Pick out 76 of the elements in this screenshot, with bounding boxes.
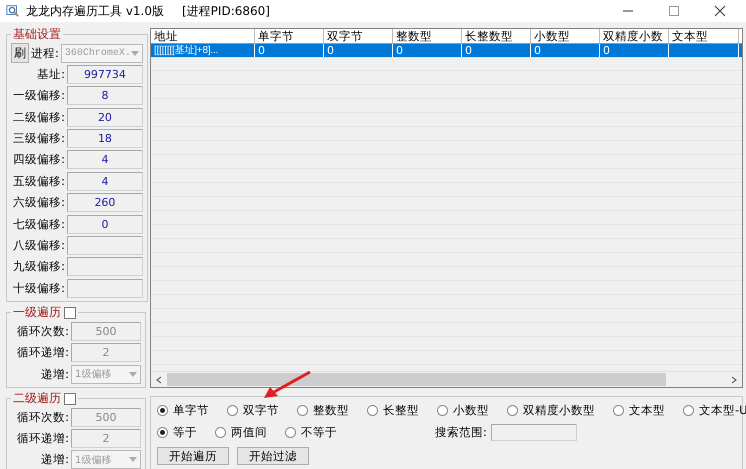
field-label: 八级偏移: xyxy=(12,238,65,254)
column-header[interactable]: 整数型 xyxy=(393,29,462,44)
search-range-field[interactable] xyxy=(490,424,577,441)
table-cell: 0 xyxy=(465,44,472,57)
radio-option[interactable]: 双精度小数型 xyxy=(507,403,595,418)
caret-icon xyxy=(129,457,137,462)
radio-option[interactable]: 小数型 xyxy=(437,403,489,418)
field-label: 基址: xyxy=(36,66,65,82)
magnifier-icon xyxy=(6,4,20,18)
offset-field[interactable]: 4 xyxy=(67,150,143,170)
offset-field[interactable] xyxy=(67,257,143,276)
field-label: 循环递增: xyxy=(16,345,69,360)
radio-option[interactable]: 不等于 xyxy=(285,425,337,440)
offset-field[interactable]: 20 xyxy=(67,108,143,127)
table-row[interactable]: [[[[[[[[基址]+8]... 0 0 0 0 0 0 xyxy=(151,44,742,58)
radio-option[interactable]: 两值间 xyxy=(215,425,267,440)
offset-field[interactable]: 0 xyxy=(67,214,143,234)
field-label: 递增: xyxy=(40,366,69,382)
radio-option[interactable]: 整数型 xyxy=(297,403,349,418)
group-title: 二级遍历 xyxy=(13,390,61,408)
offset-field[interactable]: 4 xyxy=(67,172,143,191)
table-cell: 0 xyxy=(258,44,265,57)
action-button[interactable]: 开始遍历 xyxy=(157,447,229,465)
field-label: 十级偏移: xyxy=(12,280,65,296)
table-cell: 0 xyxy=(396,44,403,57)
offset-field[interactable] xyxy=(67,236,143,256)
column-header[interactable]: 长整数型 xyxy=(462,29,531,44)
radio-option[interactable]: 单字节 xyxy=(157,403,209,418)
checkbox[interactable] xyxy=(64,392,76,405)
field-label: 循环递增: xyxy=(16,430,69,446)
offset-field[interactable] xyxy=(67,278,143,298)
search-range-label: 搜索范围: xyxy=(435,425,487,440)
window-title: 龙龙内存遍历工具 v1.0版 xyxy=(26,2,164,20)
radio-option[interactable]: 等于 xyxy=(157,425,197,440)
caret-icon xyxy=(129,372,137,377)
refresh-button[interactable]: 刷 xyxy=(11,43,29,63)
group-title: 一级遍历 xyxy=(13,304,61,322)
field-label: 六级偏移: xyxy=(12,195,65,210)
field-label: 递增: xyxy=(40,452,69,468)
column-header[interactable]: 双精度小数 xyxy=(600,29,669,44)
process-id: [进程PID:6860] xyxy=(182,2,270,20)
table-cell: 0 xyxy=(534,44,541,57)
radio-option[interactable]: 文本型 xyxy=(613,403,665,418)
table-cell: 0 xyxy=(327,44,334,57)
close-icon[interactable] xyxy=(714,5,726,17)
caret-icon xyxy=(130,50,139,56)
field-label: 四级偏移: xyxy=(12,152,65,168)
field-label: 三级偏移: xyxy=(12,131,65,146)
offset-field[interactable]: 997734 xyxy=(67,64,143,84)
column-header[interactable]: 双字节 xyxy=(324,29,393,44)
checkbox[interactable] xyxy=(64,306,76,319)
scrollbar-thumb[interactable] xyxy=(167,373,666,386)
column-header[interactable]: 小数型 xyxy=(531,29,600,44)
action-button[interactable]: 开始过滤 xyxy=(237,447,309,465)
group-title: 基础设置 xyxy=(12,26,62,43)
offset-field[interactable]: 8 xyxy=(67,86,143,106)
field-label: 二级偏移: xyxy=(12,110,65,125)
column-header[interactable]: 单字节 xyxy=(255,29,324,44)
offset-field[interactable]: 260 xyxy=(67,193,143,212)
radio-option[interactable]: 双字节 xyxy=(227,403,279,418)
process-label: 进程: xyxy=(31,46,59,60)
annotation-arrow xyxy=(264,370,311,398)
table-cell: [[[[[[[[基址]+8]... xyxy=(154,45,218,56)
column-header[interactable]: 文本型 xyxy=(669,29,739,44)
horizontal-scrollbar[interactable] xyxy=(151,371,742,387)
offset-field[interactable]: 18 xyxy=(67,129,143,148)
field-label: 循环次数: xyxy=(16,324,69,339)
field-label: 五级偏移: xyxy=(12,174,65,189)
field-label: 九级偏移: xyxy=(12,259,65,274)
field-label: 循环次数: xyxy=(16,410,69,425)
maximize-icon[interactable] xyxy=(668,5,680,17)
field-label: 一级偏移: xyxy=(12,88,65,104)
radio-option[interactable]: 长整型 xyxy=(367,403,419,418)
table-cell: 0 xyxy=(603,44,610,57)
field-label: 七级偏移: xyxy=(12,216,65,232)
column-header[interactable]: 地址 xyxy=(151,29,255,44)
